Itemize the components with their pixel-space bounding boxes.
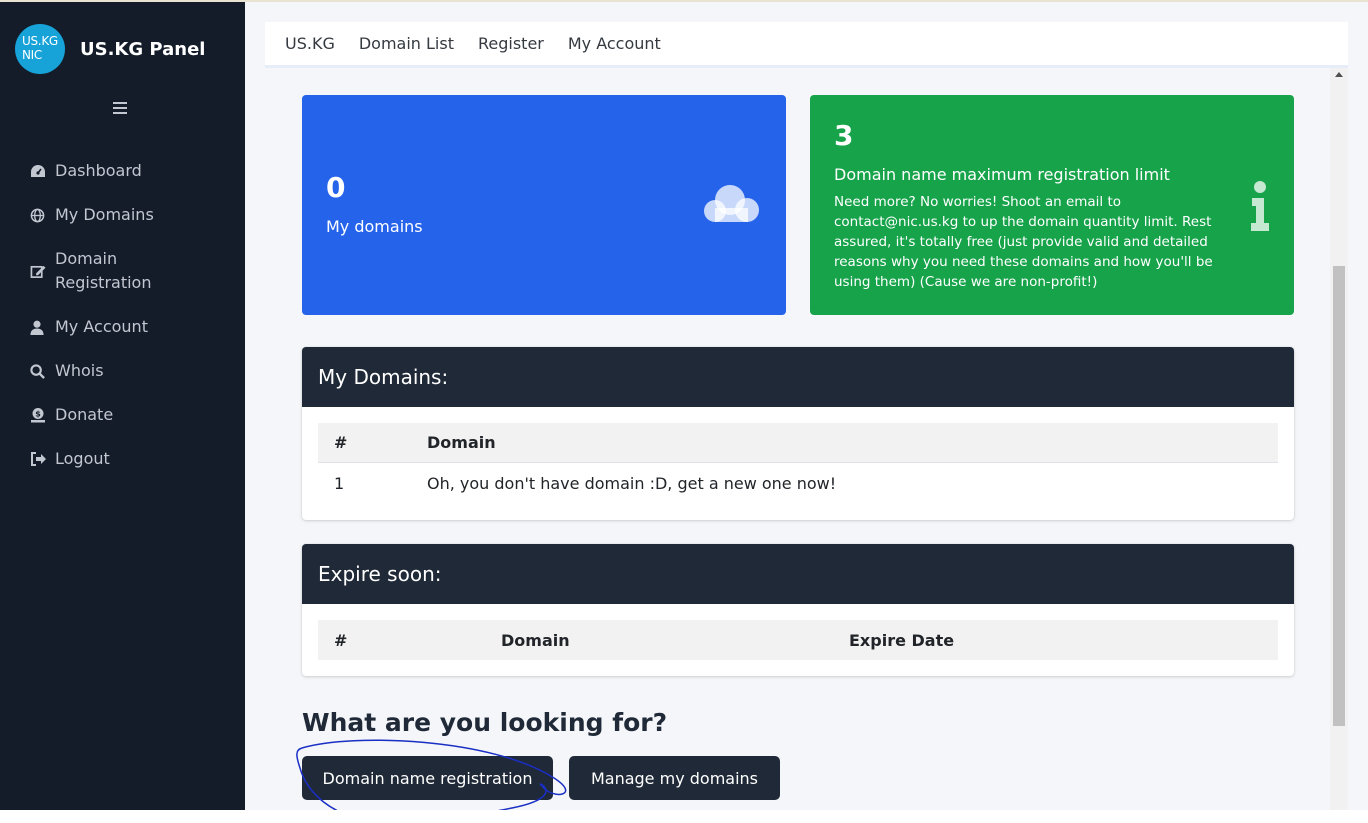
hamburger-icon[interactable] (112, 101, 128, 117)
table-header: # Domain Expire Date (318, 620, 1278, 660)
row-number: 1 (334, 473, 345, 493)
top-navbar: US.KG Domain List Register My Account (265, 22, 1348, 68)
column-header-number: # (334, 630, 348, 650)
sidebar-item-whois[interactable]: Whois (30, 349, 230, 393)
domain-registration-button[interactable]: Domain name registration (302, 756, 553, 800)
my-domains-table: # Domain 1 Oh, you don't have domain :D,… (318, 423, 1278, 503)
expire-soon-panel: Expire soon: # Domain Expire Date (302, 544, 1294, 676)
scroll-up-arrow-icon[interactable] (1335, 72, 1343, 77)
sidebar-item-logout[interactable]: Logout (30, 437, 230, 481)
brand-name: US.KG Panel (80, 38, 206, 60)
tachometer-icon (30, 159, 48, 183)
manage-domains-button[interactable]: Manage my domains (569, 756, 780, 800)
row-domain: Oh, you don't have domain :D, get a new … (427, 473, 837, 493)
column-header-expire-date: Expire Date (849, 630, 955, 650)
table-row: 1 Oh, you don't have domain :D, get a ne… (318, 463, 1278, 503)
domains-count: 0 (326, 171, 346, 204)
table-header: # Domain (318, 423, 1278, 463)
column-header-number: # (334, 433, 348, 452)
limit-title: Domain name maximum registration limit (834, 165, 1170, 184)
edit-icon (30, 247, 48, 295)
my-domains-card: 0 My domains (302, 95, 786, 315)
column-header-domain: Domain (501, 630, 570, 650)
app-root: US.KG NIC US.KG Panel Dashboard My Domai… (0, 0, 1368, 810)
looking-for-heading: What are you looking for? (302, 708, 668, 737)
sidebar-nav: Dashboard My Domains Domain Registration… (30, 149, 230, 481)
expire-soon-table: # Domain Expire Date (318, 620, 1278, 660)
my-domains-panel: My Domains: # Domain 1 Oh, you don't hav… (302, 347, 1294, 520)
topnav-domain-list-link[interactable]: Domain List (359, 34, 454, 53)
sidebar: US.KG NIC US.KG Panel Dashboard My Domai… (0, 2, 245, 810)
cloud-icon (704, 185, 759, 222)
scrollbar-thumb[interactable] (1333, 266, 1345, 726)
sidebar-item-dashboard[interactable]: Dashboard (30, 149, 230, 193)
svg-text:$: $ (35, 410, 41, 419)
search-icon (30, 359, 48, 383)
sidebar-item-my-account[interactable]: My Account (30, 305, 230, 349)
brand-logo: US.KG NIC (15, 24, 65, 74)
sidebar-item-label: My Account (55, 317, 148, 336)
logo-line-2: NIC (22, 48, 42, 62)
limit-description: Need more? No worries! Shoot an email to… (834, 194, 1213, 290)
globe-icon (30, 203, 48, 227)
info-icon (1251, 181, 1269, 231)
sidebar-item-domain-registration[interactable]: Domain Registration (30, 237, 230, 305)
sidebar-item-my-domains[interactable]: My Domains (30, 193, 230, 237)
my-domains-title: My Domains: (302, 347, 1294, 407)
scrollbar[interactable] (1330, 68, 1348, 810)
user-icon (30, 315, 48, 339)
topnav-my-account-link[interactable]: My Account (568, 34, 661, 53)
sidebar-item-label: Whois (55, 361, 104, 380)
limit-card: 3 Domain name maximum registration limit… (810, 95, 1294, 315)
domains-label: My domains (326, 217, 423, 236)
logo-line-1: US.KG (22, 34, 58, 48)
sidebar-item-label: Dashboard (55, 161, 142, 180)
sidebar-item-label: Donate (55, 405, 114, 424)
sidebar-item-donate[interactable]: $ Donate (30, 393, 230, 437)
topnav-register-link[interactable]: Register (478, 34, 544, 53)
column-header-domain: Domain (427, 433, 496, 452)
brand-link[interactable]: US.KG NIC US.KG Panel (15, 24, 205, 74)
expire-soon-title: Expire soon: (302, 544, 1294, 604)
sidebar-item-label: Logout (55, 449, 110, 468)
donate-icon: $ (30, 403, 48, 427)
sign-out-icon (30, 447, 48, 471)
sidebar-item-label: Domain Registration (55, 249, 152, 292)
sidebar-item-label: My Domains (55, 205, 154, 224)
topnav-home-link[interactable]: US.KG (285, 34, 335, 53)
limit-count: 3 (834, 119, 854, 152)
